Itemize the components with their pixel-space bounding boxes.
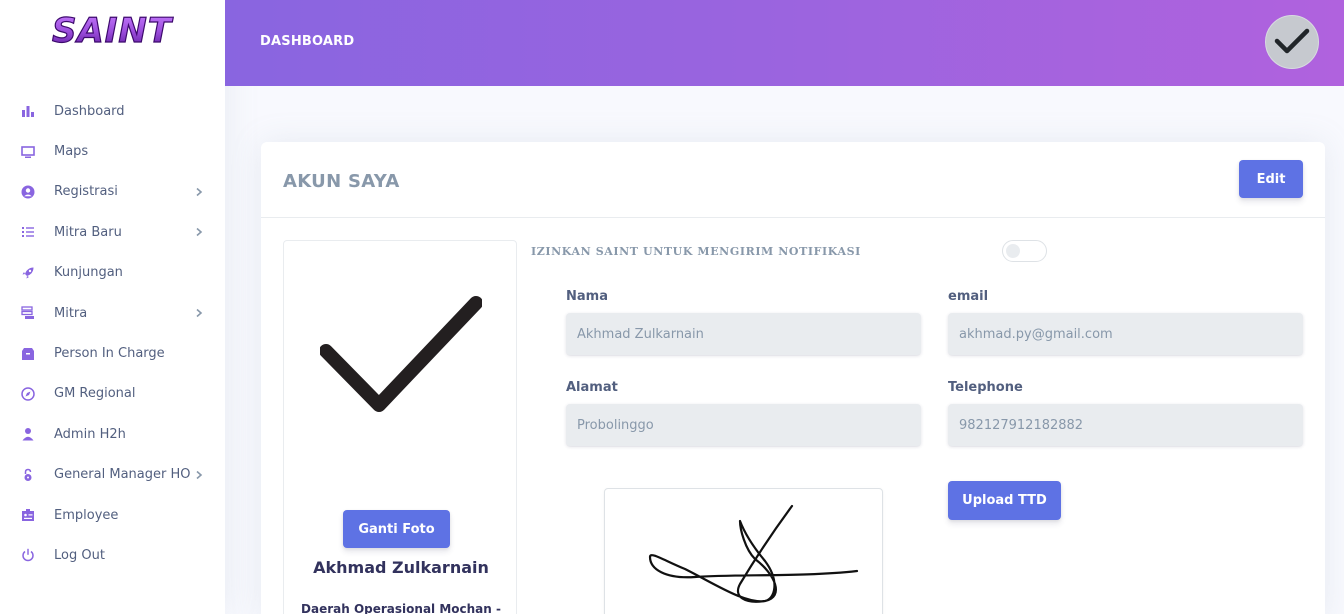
sidebar-item-registrasi[interactable]: Registrasi xyxy=(0,172,225,212)
sidebar-item-employee[interactable]: Employee xyxy=(0,495,225,535)
page-title: DASHBOARD xyxy=(260,34,355,49)
user-avatar[interactable] xyxy=(1265,15,1319,69)
account-card: AKUN SAYA Edit Ganti Foto Akhmad Zulkarn… xyxy=(261,142,1325,614)
sidebar-item-label: Registrasi xyxy=(54,184,118,200)
top-header: DASHBOARD xyxy=(225,0,1344,86)
rocket-icon xyxy=(20,265,36,281)
sidebar-item-log-out[interactable]: Log Out xyxy=(0,535,225,575)
sidebar-item-label: Kunjungan xyxy=(54,265,123,281)
alamat-field[interactable]: Probolinggo xyxy=(566,404,921,446)
sidebar-item-label: Maps xyxy=(54,144,89,160)
sidebar-nav: Dashboard Maps Registrasi Mitra Baru Kun… xyxy=(0,91,225,576)
card-header: AKUN SAYA Edit xyxy=(261,142,1325,218)
sidebar-item-label: Mitra xyxy=(54,305,88,321)
sidebar-item-label: Employee xyxy=(54,507,119,523)
sidebar-item-person-in-charge[interactable]: Person In Charge xyxy=(0,333,225,373)
telephone-field[interactable]: 982127912182882 xyxy=(948,404,1303,446)
telephone-label: Telephone xyxy=(948,380,1023,395)
lock-icon xyxy=(20,467,36,483)
signature-preview xyxy=(604,488,883,614)
alamat-label: Alamat xyxy=(566,380,618,395)
notification-label: IZINKAN SAINT UNTUK MENGIRIM NOTIFIKASI xyxy=(531,245,861,258)
email-field[interactable]: akhmad.py@gmail.com xyxy=(948,313,1303,355)
sidebar-item-label: GM Regional xyxy=(54,386,136,402)
email-label: email xyxy=(948,289,989,304)
power-icon xyxy=(20,547,36,563)
saint-logo[interactable]: SAINT xyxy=(36,12,188,48)
sidebar-item-label: General Manager HO xyxy=(54,467,191,483)
checkmark-icon xyxy=(1274,28,1310,54)
bar-chart-icon xyxy=(20,103,36,119)
list-icon xyxy=(20,224,36,240)
sidebar: SAINT Dashboard Maps Registrasi Mitra Ba… xyxy=(0,0,225,614)
sidebar-item-general-manager-ho[interactable]: General Manager HO xyxy=(0,455,225,495)
toggle-knob xyxy=(1006,244,1020,258)
profile-photo[interactable] xyxy=(320,295,482,419)
profile-region: Daerah Operasional Mochan - xyxy=(301,602,501,614)
profile-panel: Ganti Foto Akhmad Zulkarnain Daerah Oper… xyxy=(283,240,517,614)
sidebar-item-mitra[interactable]: Mitra xyxy=(0,293,225,333)
card-title: AKUN SAYA xyxy=(283,171,400,192)
sidebar-item-dashboard[interactable]: Dashboard xyxy=(0,91,225,131)
id-card-icon xyxy=(20,507,36,523)
user-icon xyxy=(20,426,36,442)
chevron-right-icon xyxy=(196,309,203,318)
notification-toggle[interactable] xyxy=(1002,240,1047,262)
nama-label: Nama xyxy=(566,289,608,304)
compass-icon xyxy=(20,386,36,402)
sidebar-item-kunjungan[interactable]: Kunjungan xyxy=(0,253,225,293)
sidebar-item-label: Mitra Baru xyxy=(54,224,122,240)
sidebar-item-admin-h2h[interactable]: Admin H2h xyxy=(0,414,225,454)
edit-button[interactable]: Edit xyxy=(1239,160,1303,198)
change-photo-button[interactable]: Ganti Foto xyxy=(343,510,450,548)
nama-field[interactable]: Akhmad Zulkarnain xyxy=(566,313,921,355)
user-circle-icon xyxy=(20,184,36,200)
upload-ttd-button[interactable]: Upload TTD xyxy=(948,481,1061,520)
profile-name: Akhmad Zulkarnain xyxy=(313,558,489,577)
server-icon xyxy=(20,305,36,321)
sidebar-item-label: Person In Charge xyxy=(54,346,165,362)
chevron-right-icon xyxy=(196,228,203,237)
sidebar-item-mitra-baru[interactable]: Mitra Baru xyxy=(0,212,225,252)
chevron-right-icon xyxy=(196,187,203,197)
monitor-icon xyxy=(20,144,36,160)
sidebar-item-gm-regional[interactable]: GM Regional xyxy=(0,374,225,414)
sidebar-item-label: Dashboard xyxy=(54,103,125,119)
chevron-right-icon xyxy=(196,470,203,479)
box-icon xyxy=(20,346,36,362)
svg-text:SAINT: SAINT xyxy=(52,12,174,48)
sidebar-item-maps[interactable]: Maps xyxy=(0,131,225,171)
sidebar-item-label: Admin H2h xyxy=(54,426,126,442)
signature-image xyxy=(648,504,859,603)
sidebar-item-label: Log Out xyxy=(54,547,105,563)
